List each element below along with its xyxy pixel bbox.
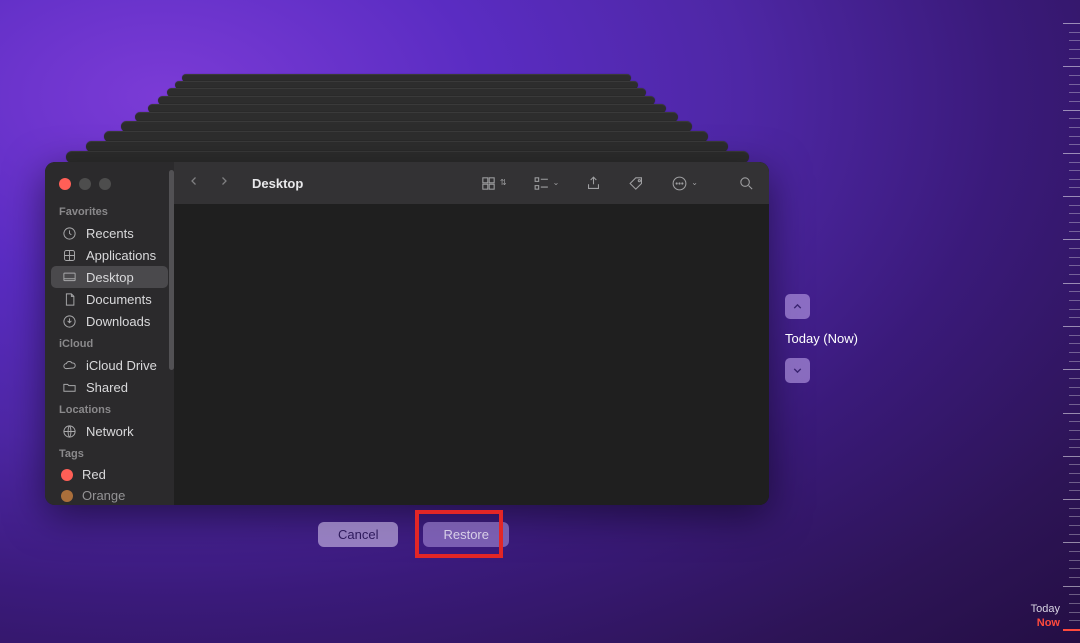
- timeline-current-label: Today (Now): [785, 331, 858, 346]
- more-button[interactable]: ⌄: [671, 175, 698, 192]
- app-icon: [61, 247, 77, 263]
- sidebar-item-shared[interactable]: Shared: [51, 376, 168, 398]
- chevron-updown-icon: ⇅: [500, 179, 507, 187]
- timeline-previous-button[interactable]: [785, 294, 810, 319]
- view-mode-button[interactable]: ⇅: [480, 175, 507, 192]
- desktop-icon: [61, 269, 77, 285]
- nav-forward-button[interactable]: [218, 174, 230, 193]
- finder-window: Favorites Recents Applications Desktop D…: [45, 162, 769, 505]
- zoom-window-button[interactable]: [99, 178, 111, 190]
- globe-icon: [61, 423, 77, 439]
- minimize-window-button[interactable]: [79, 178, 91, 190]
- timeline-ruler[interactable]: [1063, 23, 1080, 643]
- finder-toolbar: Desktop ⇅ ⌄ ⌄: [174, 162, 769, 204]
- search-button[interactable]: [738, 175, 755, 192]
- download-icon: [61, 313, 77, 329]
- sidebar-item-icloud-drive[interactable]: iCloud Drive: [51, 354, 168, 376]
- file-area[interactable]: [174, 204, 769, 505]
- nav-back-button[interactable]: [188, 174, 200, 193]
- clock-icon: [61, 225, 77, 241]
- cancel-button[interactable]: Cancel: [318, 522, 398, 547]
- sidebar-item-label: Downloads: [86, 314, 150, 329]
- orange-tag-icon: [61, 490, 73, 502]
- sidebar-heading-favorites: Favorites: [45, 200, 174, 222]
- sidebar-scrollbar[interactable]: [169, 170, 174, 370]
- tags-button[interactable]: [628, 175, 645, 192]
- timeline-today-label: Today: [1031, 603, 1060, 615]
- sidebar-item-tag-orange[interactable]: Orange: [51, 485, 168, 505]
- sidebar-item-label: Desktop: [86, 270, 134, 285]
- share-button[interactable]: [585, 175, 602, 192]
- folder-icon: [61, 379, 77, 395]
- sidebar-item-desktop[interactable]: Desktop: [51, 266, 168, 288]
- timeline-now-label: Now: [1037, 617, 1060, 629]
- chevron-down-icon: ⌄: [553, 179, 560, 187]
- sidebar-item-label: iCloud Drive: [86, 358, 157, 373]
- chevron-down-icon: ⌄: [691, 179, 698, 187]
- sidebar-item-network[interactable]: Network: [51, 420, 168, 442]
- window-controls: [45, 170, 174, 200]
- doc-icon: [61, 291, 77, 307]
- finder-title: Desktop: [252, 176, 303, 191]
- sidebar-heading-icloud: iCloud: [45, 332, 174, 354]
- sidebar-item-label: Applications: [86, 248, 156, 263]
- sidebar-heading-locations: Locations: [45, 398, 174, 420]
- sidebar-item-label: Shared: [86, 380, 128, 395]
- sidebar-item-downloads[interactable]: Downloads: [51, 310, 168, 332]
- sidebar-item-label: Recents: [86, 226, 134, 241]
- close-window-button[interactable]: [59, 178, 71, 190]
- finder-content: Desktop ⇅ ⌄ ⌄: [174, 162, 769, 505]
- timeline-next-button[interactable]: [785, 358, 810, 383]
- sidebar-heading-tags: Tags: [45, 442, 174, 464]
- sidebar-item-label: Network: [86, 424, 134, 439]
- sidebar-item-label: Red: [82, 467, 106, 482]
- sidebar-item-label: Orange: [82, 488, 125, 503]
- red-tag-icon: [61, 469, 73, 481]
- sidebar-item-tag-red[interactable]: Red: [51, 464, 168, 485]
- sidebar-item-documents[interactable]: Documents: [51, 288, 168, 310]
- sidebar-item-applications[interactable]: Applications: [51, 244, 168, 266]
- group-by-button[interactable]: ⌄: [533, 175, 560, 192]
- sidebar-item-label: Documents: [86, 292, 152, 307]
- timeline-controls: Today (Now): [785, 294, 858, 383]
- finder-sidebar: Favorites Recents Applications Desktop D…: [45, 162, 174, 505]
- annotation-highlight: [415, 510, 503, 558]
- cloud-icon: [61, 357, 77, 373]
- sidebar-item-recents[interactable]: Recents: [51, 222, 168, 244]
